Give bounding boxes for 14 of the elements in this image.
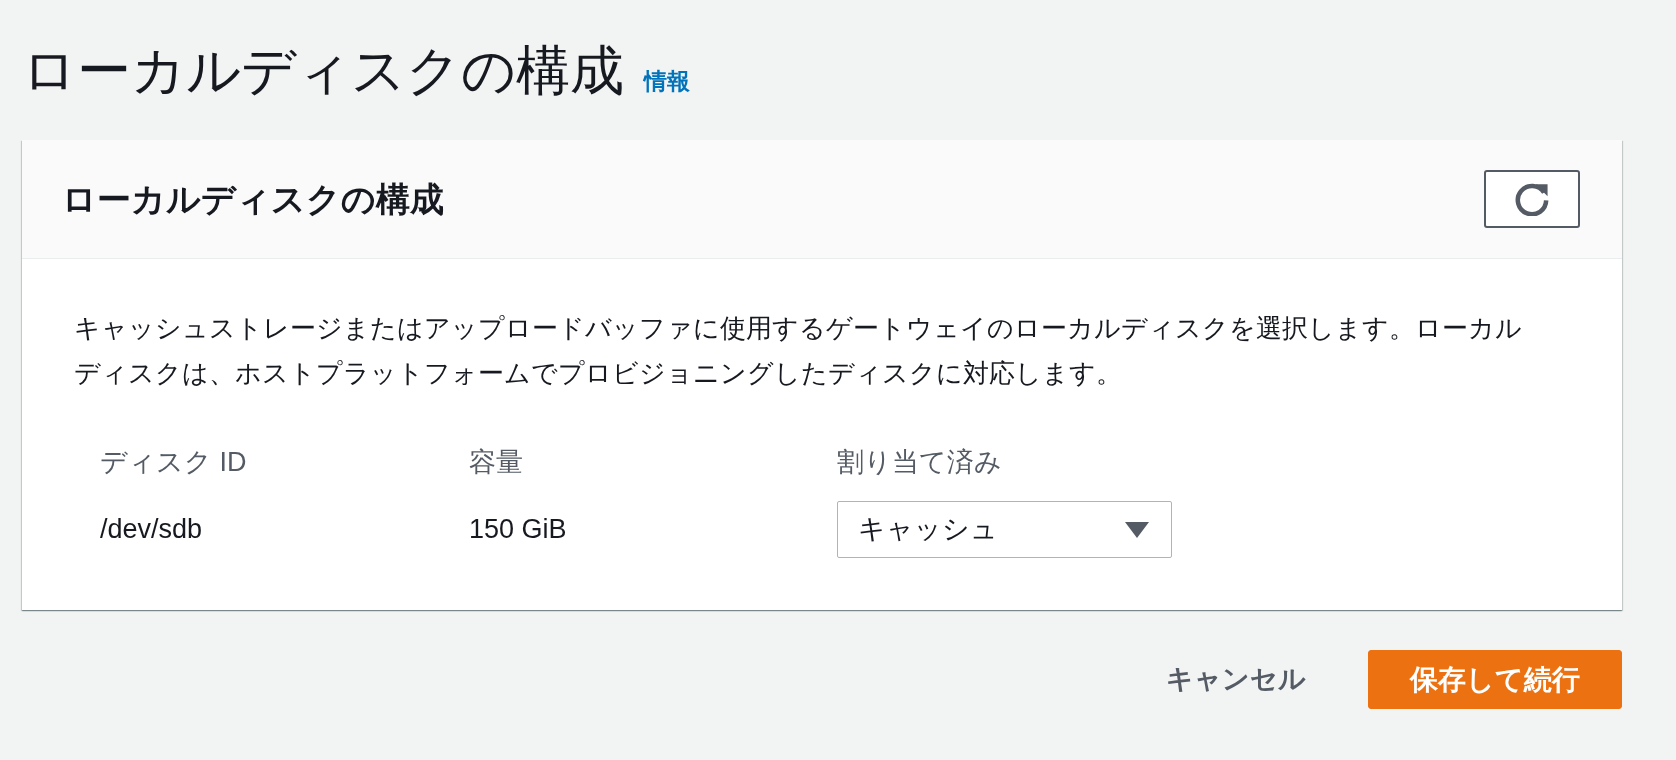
- column-header: ディスク ID: [100, 446, 248, 479]
- panel-title: ローカルディスクの構成: [62, 178, 444, 220]
- refresh-button[interactable]: [1484, 170, 1580, 228]
- refresh-icon: [1515, 182, 1549, 216]
- cancel-button[interactable]: キャンセル: [1166, 651, 1306, 708]
- info-link[interactable]: 情報: [644, 64, 690, 99]
- page-title: ローカルディスクの構成: [22, 39, 624, 102]
- description-text: キャッシュストレージまたはアップロードバッファに使用するゲートウェイのローカルディスクを選択します。ローカルディスクは、ホストプラットフォームでプロビジョニングしたディスクに対応します。: [74, 312, 1523, 390]
- column-header: 容量: [469, 446, 524, 479]
- allocation-dropdown[interactable]: キャッシュ: [837, 501, 1172, 558]
- caret-icon: [1125, 521, 1149, 538]
- capacity-cell-text: 150 GiB: [469, 513, 568, 547]
- column-header: 割り当て済み: [837, 446, 1003, 479]
- disk-id-cell-text: /dev/sdb: [100, 513, 204, 547]
